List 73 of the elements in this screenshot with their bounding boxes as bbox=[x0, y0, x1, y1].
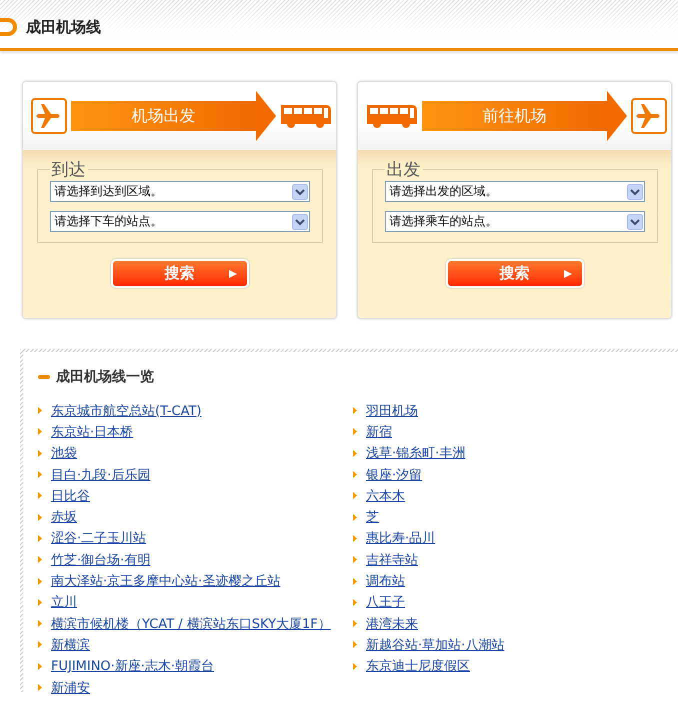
bullet-icon bbox=[38, 450, 42, 457]
dropdown-select[interactable]: 请选择到达到区域。 bbox=[50, 181, 310, 202]
route-link[interactable]: 赤坂 bbox=[51, 508, 77, 526]
route-link[interactable]: 调布站 bbox=[366, 572, 405, 590]
bullet-icon bbox=[38, 407, 42, 414]
route-link[interactable]: 新浦安 bbox=[51, 678, 90, 696]
bullet-icon bbox=[353, 428, 357, 436]
bullet-icon bbox=[353, 450, 357, 457]
bus-icon bbox=[280, 103, 332, 129]
route-link[interactable]: 东京城市航空总站(T-CAT) bbox=[51, 402, 202, 420]
bullet-icon bbox=[38, 492, 42, 500]
group-legend: 出发 bbox=[384, 158, 422, 181]
bullet-icon bbox=[38, 598, 42, 606]
bullet-icon bbox=[38, 428, 42, 436]
triangle-icon bbox=[228, 270, 236, 278]
section-title: 成田机场线一览 bbox=[56, 368, 154, 386]
route-link[interactable]: 南大泽站·京王多摩中心站·圣迹樱之丘站 bbox=[51, 572, 280, 590]
chevron-down-icon bbox=[626, 214, 642, 230]
dropdown-select[interactable]: 请选择出发的区域。 bbox=[384, 181, 644, 202]
bullet-icon bbox=[353, 407, 357, 414]
route-link[interactable]: 八王子 bbox=[366, 593, 405, 612]
route-link[interactable]: 港湾未来 bbox=[366, 614, 418, 633]
bullet-icon bbox=[38, 620, 42, 628]
bullet-icon bbox=[353, 471, 357, 478]
route-link[interactable]: 六本木 bbox=[366, 486, 405, 505]
dropdown-select[interactable]: 请选择下车的站点。 bbox=[50, 211, 310, 232]
header-mark-icon bbox=[0, 17, 18, 37]
route-link[interactable]: 新宿 bbox=[366, 422, 392, 441]
bullet-icon bbox=[353, 514, 357, 521]
bullet-icon bbox=[38, 514, 42, 521]
route-link[interactable]: 涩谷·二子玉川站 bbox=[51, 529, 146, 548]
bullet-icon bbox=[353, 662, 357, 670]
route-link[interactable]: 目白·九段·后乐园 bbox=[51, 466, 150, 484]
route-link[interactable]: 羽田机场 bbox=[366, 402, 418, 420]
bullet-icon bbox=[38, 556, 42, 564]
bullet-icon bbox=[353, 641, 357, 648]
route-link[interactable]: 惠比寿·品川 bbox=[366, 529, 436, 548]
chevron-down-icon bbox=[292, 214, 308, 230]
route-link[interactable]: 银座·汐留 bbox=[366, 466, 422, 484]
bullet-icon bbox=[353, 556, 357, 564]
bullet-icon bbox=[38, 641, 42, 648]
route-link[interactable]: 东京站·日本桥 bbox=[51, 422, 134, 441]
route-link[interactable]: 竹芝·御台场·有明 bbox=[51, 550, 150, 569]
bullet-icon bbox=[353, 534, 357, 542]
airplane-icon bbox=[631, 98, 667, 134]
triangle-icon bbox=[564, 270, 572, 278]
group-legend: 到达 bbox=[50, 158, 88, 181]
route-link[interactable]: 东京迪士尼度假区 bbox=[366, 657, 470, 676]
bullet-icon bbox=[38, 534, 42, 542]
dropdown-select[interactable]: 请选择乘车的站点。 bbox=[384, 211, 644, 232]
route-link[interactable]: 新越谷站·草加站·八潮站 bbox=[366, 636, 504, 654]
chevron-down-icon bbox=[292, 184, 308, 200]
chevron-down-icon bbox=[626, 184, 642, 200]
route-link[interactable]: 吉祥寺站 bbox=[366, 550, 418, 569]
airplane-icon bbox=[31, 98, 67, 134]
route-link[interactable]: 浅草·锦糸町·丰洲 bbox=[366, 444, 466, 462]
route-link[interactable]: 横滨市候机楼（YCAT / 横滨站东口SKY大厦1F） bbox=[51, 614, 331, 633]
route-link[interactable]: FUJIMINO·新座·志木·朝霞台 bbox=[51, 657, 214, 676]
bullet-icon bbox=[353, 620, 357, 628]
bullet-icon bbox=[38, 662, 42, 670]
bullet-icon bbox=[38, 471, 42, 478]
bullet-icon bbox=[353, 598, 357, 606]
route-link[interactable]: 新横滨 bbox=[51, 636, 90, 654]
bullet-icon bbox=[38, 684, 42, 691]
route-link[interactable]: 日比谷 bbox=[51, 486, 90, 505]
bus-icon bbox=[366, 103, 418, 129]
page-title: 成田机场线 bbox=[26, 18, 101, 36]
route-link[interactable]: 芝 bbox=[366, 508, 379, 526]
route-link[interactable]: 立川 bbox=[51, 593, 77, 612]
bullet-icon bbox=[38, 578, 42, 585]
route-link[interactable]: 池袋 bbox=[51, 444, 77, 462]
bullet-icon bbox=[353, 578, 357, 585]
bullet-icon bbox=[353, 492, 357, 500]
